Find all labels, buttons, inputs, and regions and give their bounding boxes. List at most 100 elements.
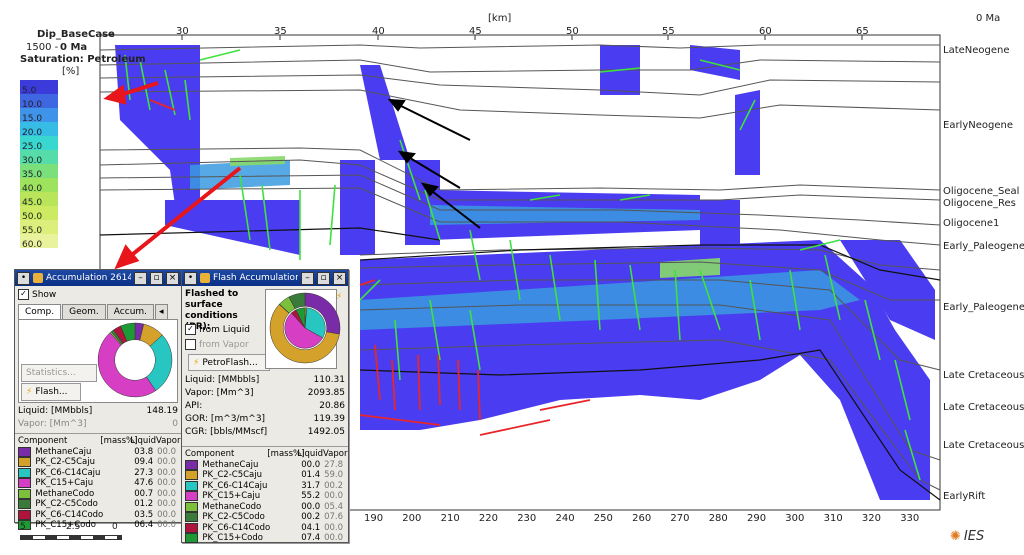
- liquid-value: 04.1: [301, 522, 321, 533]
- legend-value: 55.0: [22, 226, 43, 236]
- vapor-value: 00.0: [324, 491, 344, 501]
- scale-bar-line: [20, 535, 122, 540]
- bottom-tick-label: 300: [785, 513, 805, 524]
- table-row[interactable]: PK_C6-C14Codo 03.5 00.0: [15, 510, 181, 521]
- table-row[interactable]: MethaneCaju 03.8 00.0: [15, 447, 181, 458]
- flash-component-table: Component [mass%] Liquid Vapor MethaneCaju 00…: [182, 449, 348, 544]
- table-row[interactable]: PK_C15+Caju 47.6 00.0: [15, 478, 181, 489]
- tab-accum[interactable]: Accum.: [106, 304, 155, 319]
- component-color-swatch: [185, 512, 199, 523]
- vapor-value: 00.2: [324, 480, 344, 491]
- vapor-value: 00.0: [157, 520, 177, 530]
- show-checkbox[interactable]: ✓: [18, 289, 29, 300]
- table-row[interactable]: PK_C2-C5Codo 01.2 00.0: [15, 499, 181, 510]
- stat-row: API: 20.86: [182, 400, 348, 413]
- table-row[interactable]: PK_C15+Caju 55.2 00.0: [182, 491, 348, 502]
- component-name: PK_C15+Codo: [202, 533, 263, 543]
- layer-label: Oligocene1: [943, 218, 1000, 229]
- minimize-icon[interactable]: –: [301, 271, 314, 285]
- component-name: PK_C15+Caju: [35, 478, 94, 488]
- bottom-tick-label: 200: [402, 513, 422, 524]
- component-name: PK_C2-C5Codo: [35, 499, 98, 509]
- x-tick-label: 50: [566, 26, 579, 37]
- liquid-row: Liquid: [MMbbls] 148.19: [15, 405, 181, 418]
- restore-icon[interactable]: ▫: [317, 271, 330, 285]
- stat-label: GOR: [m^3/m^3]: [185, 414, 266, 424]
- table-row[interactable]: PK_C6-C14Codo 04.1 00.0: [182, 523, 348, 534]
- component-name: PK_C2-C5Codo: [202, 512, 265, 522]
- close-icon[interactable]: ×: [166, 271, 179, 285]
- accumulation-titlebar[interactable]: • Accumulation 26147 – ▫ ×: [15, 270, 181, 286]
- column-header: Liquid: [297, 449, 323, 459]
- legend-value: 60.0: [22, 240, 43, 250]
- from-liquid-label: from Liquid: [199, 325, 250, 335]
- close-icon[interactable]: ×: [333, 271, 346, 285]
- from-liquid-toggle[interactable]: ✓ from Liquid: [185, 324, 250, 335]
- flash-button[interactable]: ⚡ Flash...: [21, 383, 81, 401]
- legend-value: 15.0: [22, 114, 43, 124]
- layer-label: EarlyNeogene: [943, 120, 1013, 131]
- table-row[interactable]: MethaneCodo 00.7 00.0: [15, 489, 181, 500]
- from-liquid-checkbox[interactable]: ✓: [185, 324, 196, 335]
- x-tick-label: 30: [176, 26, 189, 37]
- bottom-tick-label: 320: [861, 513, 881, 524]
- component-color-swatch: [18, 478, 32, 489]
- table-row[interactable]: MethaneCaju 00.0 27.8: [182, 460, 348, 471]
- liquid-value: 01.2: [134, 499, 154, 509]
- stat-row: Liquid: [MMbbls] 110.31: [182, 374, 348, 387]
- stat-label: API:: [185, 401, 203, 411]
- statistics-label: Statistics...: [26, 368, 76, 378]
- restore-icon[interactable]: ▫: [150, 271, 163, 285]
- table-row[interactable]: PK_C15+Codo 06.4 00.0: [15, 520, 181, 531]
- layer-label: Late Cretaceous: [943, 402, 1024, 413]
- tab-scroll[interactable]: ◂: [155, 304, 168, 319]
- stat-value: 119.39: [313, 414, 346, 424]
- x-axis-unit: [km]: [488, 13, 512, 24]
- column-header: [mass%]: [267, 449, 305, 459]
- from-vapor-toggle[interactable]: from Vapor: [185, 339, 249, 350]
- layer-label: Late Cretaceous: [943, 370, 1024, 381]
- vapor-value: 07.6: [324, 512, 344, 522]
- statistics-button[interactable]: Statistics...: [21, 364, 97, 382]
- from-vapor-checkbox[interactable]: [185, 339, 196, 350]
- stat-label: Vapor: [Mm^3]: [185, 388, 254, 398]
- sun-icon: ✺: [950, 529, 961, 544]
- table-row[interactable]: PK_C15+Codo 07.4 00.0: [182, 533, 348, 544]
- pin-icon[interactable]: •: [17, 271, 30, 285]
- liquid-value: 148.19: [146, 406, 179, 416]
- table-row[interactable]: PK_C6-C14Caju 31.7 00.2: [182, 481, 348, 492]
- tab-comp[interactable]: Comp.: [18, 304, 62, 319]
- column-header: Component: [18, 436, 68, 446]
- pin-icon[interactable]: •: [184, 271, 197, 285]
- petroflash-button[interactable]: ⚡ PetroFlash...: [188, 354, 270, 371]
- table-row[interactable]: PK_C2-C5Caju 01.4 59.0: [182, 470, 348, 481]
- component-color-swatch: [18, 488, 32, 499]
- table-row[interactable]: PK_C6-C14Caju 27.3 00.0: [15, 468, 181, 479]
- liquid-value: 47.6: [134, 478, 154, 488]
- tab-geom[interactable]: Geom.: [62, 304, 106, 319]
- liquid-value: 00.2: [301, 512, 321, 522]
- from-vapor-label: from Vapor: [199, 340, 249, 350]
- component-name: MethaneCodo: [35, 488, 95, 499]
- vapor-value: 00.0: [157, 478, 177, 488]
- table-row[interactable]: MethaneCodo 00.0 05.4: [182, 502, 348, 513]
- column-header: Vapor: [156, 436, 181, 446]
- lightning-icon: ⚡: [193, 357, 200, 368]
- show-toggle[interactable]: ✓ Show: [15, 286, 181, 300]
- table-row[interactable]: PK_C2-C5Caju 09.4 00.0: [15, 457, 181, 468]
- layer-label: EarlyRift: [943, 491, 986, 502]
- bottom-tick-label: 310: [823, 513, 843, 524]
- component-color-swatch: [185, 480, 199, 491]
- component-color-swatch: [185, 501, 199, 512]
- component-name: PK_C15+Codo: [35, 520, 96, 530]
- layer-label: Late Cretaceous: [943, 440, 1024, 451]
- flash-titlebar[interactable]: • Flash Accumulation 26147 – ▫ ×: [182, 270, 348, 286]
- vapor-value: 00.0: [157, 509, 177, 520]
- component-name: PK_C15+Caju: [202, 491, 261, 501]
- liquid-value: 00.0: [301, 501, 321, 512]
- liquid-value: 03.5: [134, 509, 154, 520]
- stat-row: GOR: [m^3/m^3] 119.39: [182, 413, 348, 426]
- table-row[interactable]: PK_C2-C5Codo 00.2 07.6: [182, 512, 348, 523]
- minimize-icon[interactable]: –: [134, 271, 147, 285]
- layer-label: Early_Paleogene: [943, 241, 1024, 252]
